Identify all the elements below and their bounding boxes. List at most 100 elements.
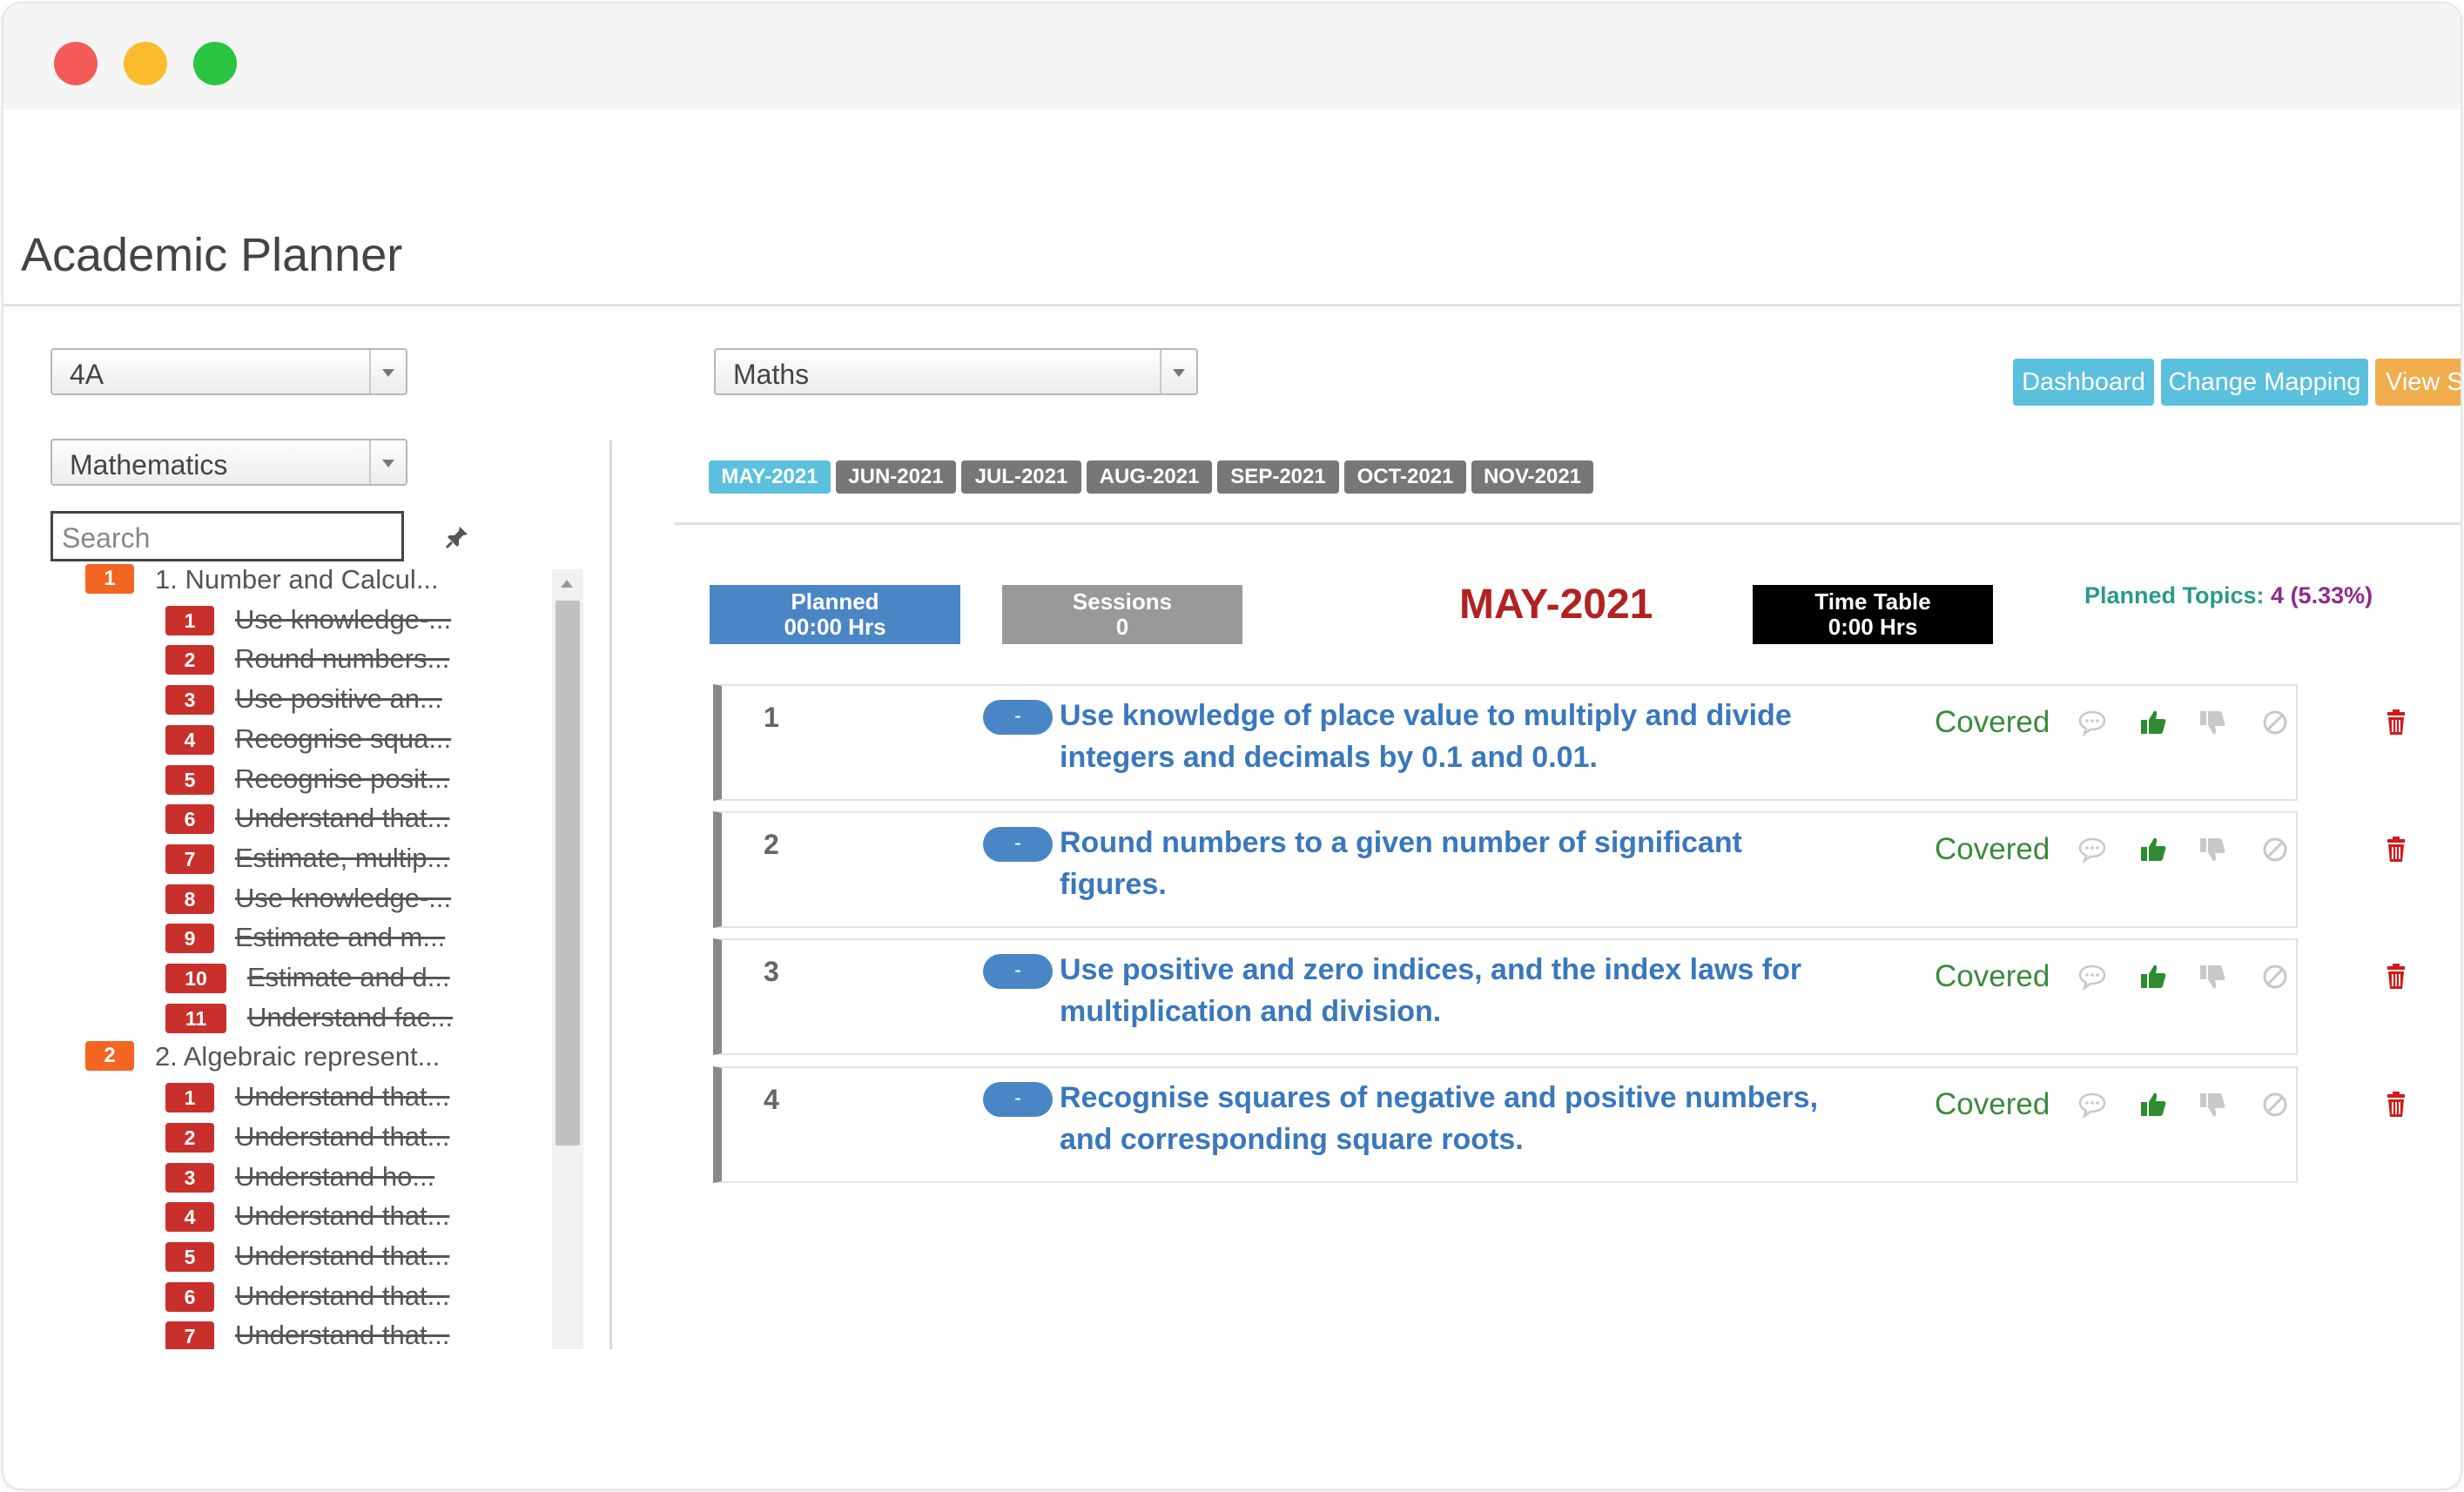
trash-icon[interactable] [2380, 834, 2412, 865]
topic-label: Understand ho... [235, 1160, 435, 1192]
topic-text[interactable]: Use knowledge of place value to multiply… [1060, 695, 1826, 778]
thumbs-down-icon[interactable] [2197, 1089, 2228, 1120]
course-select-toggle[interactable] [1160, 350, 1196, 393]
close-window-button[interactable] [54, 42, 98, 85]
topic-row[interactable]: 11 Understand fac... [56, 1000, 552, 1035]
pin-icon[interactable] [444, 524, 470, 550]
scroll-up-arrow-icon[interactable] [561, 580, 573, 588]
topic-badge: 2 [165, 645, 214, 675]
collapse-toggle-button[interactable]: - [983, 700, 1053, 735]
topic-label: Recognise posit... [235, 763, 450, 794]
ban-icon[interactable] [2259, 707, 2291, 738]
collapse-toggle-button[interactable]: - [983, 827, 1053, 862]
current-month-heading: MAY-2021 [1459, 581, 1653, 628]
topic-row[interactable]: 10 Estimate and d... [56, 960, 552, 995]
view-button[interactable]: View S [2375, 359, 2461, 406]
dashboard-button[interactable]: Dashboard [2013, 359, 2154, 406]
chapter-row[interactable]: 2 2. Algebraic represent... [56, 1039, 552, 1074]
change-mapping-button[interactable]: Change Mapping [2161, 359, 2368, 406]
thumbs-up-icon[interactable] [2137, 707, 2169, 738]
topic-row[interactable]: 5 Recognise posit... [56, 762, 552, 796]
month-tab[interactable]: MAY-2021 [709, 460, 831, 494]
topic-row[interactable]: 1 Understand that... [56, 1079, 552, 1114]
month-tab[interactable]: NOV-2021 [1471, 460, 1593, 494]
topic-row[interactable]: 1 Use knowledge-... [56, 602, 552, 637]
collapse-toggle-button[interactable]: - [983, 954, 1053, 989]
topic-row[interactable]: 3 Use positive an... [56, 682, 552, 716]
topic-label: Understand that... [235, 1280, 450, 1311]
topic-row[interactable]: 4 Understand that... [56, 1199, 552, 1233]
minimize-window-button[interactable] [124, 42, 167, 85]
month-tab[interactable]: JUN-2021 [836, 460, 956, 494]
topic-badge: 4 [165, 1202, 214, 1233]
topic-row[interactable]: 6 Understand that... [56, 801, 552, 836]
trash-icon[interactable] [2380, 707, 2412, 738]
ban-icon[interactable] [2259, 834, 2291, 865]
tree-scrollbar[interactable] [552, 569, 583, 1349]
thumbs-down-icon[interactable] [2197, 961, 2228, 992]
topic-badge: 4 [165, 724, 214, 755]
thumbs-down-icon[interactable] [2197, 707, 2228, 738]
topic-label: Recognise squa... [235, 722, 452, 754]
search-input[interactable]: Search [50, 511, 404, 561]
trash-icon[interactable] [2380, 1089, 2412, 1120]
topic-text[interactable]: Round numbers to a given number of signi… [1060, 822, 1826, 905]
month-tab[interactable]: OCT-2021 [1344, 460, 1466, 494]
scroll-thumb[interactable] [555, 601, 580, 1146]
topic-card: 2 - Round numbers to a given number of sig… [713, 811, 2405, 928]
column-divider [609, 440, 612, 1349]
chapter-badge: 1 [85, 564, 134, 594]
month-tab[interactable]: SEP-2021 [1217, 460, 1339, 494]
topic-row[interactable]: 8 Use knowledge-... [56, 881, 552, 916]
class-select[interactable]: 4A [50, 348, 407, 395]
subject-select[interactable]: Mathematics [50, 439, 407, 486]
topic-row[interactable]: 7 Estimate, multip... [56, 841, 552, 876]
thumbs-up-icon[interactable] [2137, 834, 2169, 865]
comment-icon[interactable] [2077, 961, 2108, 992]
month-tab[interactable]: AUG-2021 [1087, 460, 1212, 494]
chapter-row[interactable]: 1 1. Number and Calcul... [56, 562, 552, 597]
course-select[interactable]: Maths [714, 348, 1198, 395]
topic-row[interactable]: 7 Understand that... [56, 1318, 552, 1349]
thumbs-up-icon[interactable] [2137, 961, 2169, 992]
class-select-value: 4A [70, 359, 104, 390]
ban-icon[interactable] [2259, 1089, 2291, 1120]
trash-icon[interactable] [2380, 961, 2412, 992]
topic-label: Understand fac... [247, 1001, 454, 1032]
topic-number: 4 [764, 1084, 779, 1115]
timetable-box: Time Table 0:00 Hrs [1753, 585, 1993, 644]
comment-icon[interactable] [2077, 834, 2108, 865]
topic-label: Use positive an... [235, 683, 442, 715]
comment-icon[interactable] [2077, 1089, 2108, 1120]
topic-row[interactable]: 2 Understand that... [56, 1119, 552, 1154]
topic-row[interactable]: 4 Recognise squa... [56, 722, 552, 756]
maximize-window-button[interactable] [193, 42, 237, 85]
topic-row[interactable]: 2 Round numbers... [56, 642, 552, 676]
topic-text[interactable]: Recognise squares of negative and positi… [1060, 1077, 1826, 1160]
class-select-toggle[interactable] [369, 350, 406, 393]
subject-select-toggle[interactable] [369, 440, 406, 484]
topic-row[interactable]: 3 Understand ho... [56, 1159, 552, 1194]
topic-badge: 7 [165, 843, 214, 874]
topic-row[interactable]: 9 Estimate and m... [56, 920, 552, 955]
chevron-down-icon [382, 369, 394, 377]
month-tab[interactable]: JUL-2021 [961, 460, 1081, 494]
topic-badge: 8 [165, 884, 214, 914]
topic-label: Understand that... [235, 1120, 450, 1152]
topic-label: Round numbers... [235, 643, 450, 675]
topic-status: Covered [1935, 832, 2050, 866]
collapse-toggle-button[interactable]: - [983, 1082, 1053, 1117]
topic-row[interactable]: 6 Understand that... [56, 1279, 552, 1314]
topic-row[interactable]: 5 Understand that... [56, 1239, 552, 1274]
topic-badge: 3 [165, 1162, 214, 1193]
title-divider [3, 304, 2461, 306]
thumbs-down-icon[interactable] [2197, 834, 2228, 865]
thumbs-up-icon[interactable] [2137, 1089, 2169, 1120]
subject-select-value: Mathematics [70, 449, 228, 481]
planned-label: Planned [791, 588, 879, 615]
comment-icon[interactable] [2077, 707, 2108, 738]
page-title: Academic Planner [21, 229, 403, 281]
ban-icon[interactable] [2259, 961, 2291, 992]
topic-badge: 5 [165, 1241, 214, 1272]
topic-text[interactable]: Use positive and zero indices, and the i… [1060, 949, 1826, 1032]
